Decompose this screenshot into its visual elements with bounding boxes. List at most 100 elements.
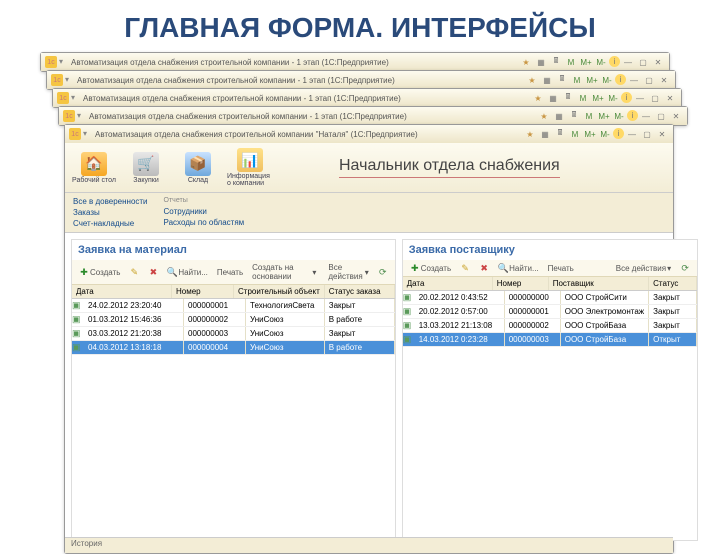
col-num[interactable]: Номер [493,277,549,290]
table-row[interactable]: ▣01.03.2012 15:46:36000000002УниСоюзВ ра… [72,313,395,327]
minimize-icon[interactable]: — [633,92,647,104]
grid-icon[interactable]: ▦ [546,92,560,104]
table-row[interactable]: ▣24.02.2012 23:20:40000000001ТехнологияС… [72,299,395,313]
print-button[interactable]: Печать [545,263,577,274]
mplus-button[interactable]: M+ [591,92,605,104]
calc-icon[interactable]: 🖩 [555,74,569,86]
mminus-button[interactable]: M- [606,92,620,104]
create-based-button[interactable]: Создать на основании ▾ [249,262,319,282]
close-icon[interactable]: ✕ [669,110,683,122]
chevron-down-icon[interactable]: ▾ [83,129,93,139]
star-icon[interactable]: ★ [519,56,533,68]
nav-link[interactable]: Расходы по областям [164,218,245,227]
m-button[interactable]: M [568,128,582,140]
nav-link[interactable]: Счет-накладные [73,219,148,228]
close-icon[interactable]: ✕ [657,74,671,86]
star-icon[interactable]: ★ [525,74,539,86]
calc-icon[interactable]: 🖩 [561,92,575,104]
print-button[interactable]: Печать [214,267,246,278]
m-button[interactable]: M [582,110,596,122]
grid-icon[interactable]: ▦ [534,56,548,68]
close-icon[interactable]: ✕ [663,92,677,104]
minimize-icon[interactable]: — [639,110,653,122]
table-row[interactable]: ▣04.03.2012 13:18:18000000004УниСоюзВ ра… [72,341,395,355]
close-icon[interactable]: ✕ [651,56,665,68]
mminus-button[interactable]: M- [598,128,612,140]
section-stock[interactable]: 📦Склад [175,152,221,184]
maximize-icon[interactable]: ▢ [654,110,668,122]
col-date[interactable]: Дата [72,285,172,298]
minimize-icon[interactable]: — [621,56,635,68]
star-icon[interactable]: ★ [537,110,551,122]
find-button[interactable]: 🔍Найти... [495,262,542,274]
help-icon[interactable]: i [621,92,632,103]
maximize-icon[interactable]: ▢ [642,74,656,86]
table-row[interactable]: ▣13.03.2012 21:13:08000000002ООО СтройБа… [403,319,697,333]
doc-icon: ▣ [403,320,415,331]
section-purchases[interactable]: 🛒Закупки [123,152,169,184]
search-icon: 🔍 [167,267,177,277]
star-icon[interactable]: ★ [531,92,545,104]
calc-icon[interactable]: 🖩 [567,110,581,122]
chevron-down-icon[interactable]: ▾ [77,111,87,121]
minimize-icon[interactable]: — [625,128,639,140]
history-link[interactable]: История [71,539,102,548]
close-icon[interactable]: ✕ [655,128,669,140]
delete-button[interactable]: ✖ [145,266,161,278]
help-icon[interactable]: i [615,74,626,85]
m-button[interactable]: M [570,74,584,86]
find-button[interactable]: 🔍Найти... [164,266,211,278]
grid-icon[interactable]: ▦ [552,110,566,122]
maximize-icon[interactable]: ▢ [636,56,650,68]
m-button[interactable]: M [564,56,578,68]
mplus-button[interactable]: M+ [585,74,599,86]
mminus-button[interactable]: M- [600,74,614,86]
star-icon[interactable]: ★ [523,128,537,140]
mplus-button[interactable]: M+ [579,56,593,68]
section-info[interactable]: 📊Информация о компании [227,148,273,187]
refresh-button[interactable]: ⟳ [677,262,693,274]
table-row[interactable]: ▣14.03.2012 0:23:28000000003ООО СтройБаз… [403,333,697,347]
col-stat[interactable]: Статус заказа [325,285,395,298]
col-date[interactable]: Дата [403,277,493,290]
edit-button[interactable]: ✎ [457,262,473,274]
col-post[interactable]: Поставщик [549,277,649,290]
chevron-down-icon[interactable]: ▾ [71,93,81,103]
maximize-icon[interactable]: ▢ [640,128,654,140]
nav-link[interactable]: Сотрудники [164,207,245,216]
table-row[interactable]: ▣20.02.2012 0:43:52000000000ООО СтройСит… [403,291,697,305]
grid-icon[interactable]: ▦ [540,74,554,86]
help-icon[interactable]: i [613,128,624,139]
delete-button[interactable]: ✖ [476,262,492,274]
col-obj[interactable]: Строительный объект [234,285,325,298]
create-button[interactable]: ✚Создать [407,262,454,274]
mplus-button[interactable]: M+ [597,110,611,122]
mminus-button[interactable]: M- [594,56,608,68]
table-row[interactable]: ▣03.03.2012 21:20:38000000003УниСоюзЗакр… [72,327,395,341]
calc-icon[interactable]: 🖩 [553,128,567,140]
create-button[interactable]: ✚Создать [76,266,123,278]
col-num[interactable]: Номер [172,285,234,298]
minimize-icon[interactable]: — [627,74,641,86]
section-home[interactable]: 🏠Рабочий стол [71,152,117,184]
help-icon[interactable]: i [609,56,620,67]
all-actions-button[interactable]: Все действия ▾ [325,262,371,282]
edit-button[interactable]: ✎ [126,266,142,278]
m-button[interactable]: M [576,92,590,104]
calc-icon[interactable]: 🖩 [549,56,563,68]
chevron-down-icon[interactable]: ▾ [65,75,75,85]
material-table[interactable]: Дата Номер Строительный объект Статус за… [72,285,395,540]
maximize-icon[interactable]: ▢ [648,92,662,104]
nav-link[interactable]: Заказы [73,208,148,217]
help-icon[interactable]: i [627,110,638,121]
all-actions-button[interactable]: Все действия ▾ [613,263,674,274]
supplier-table[interactable]: Дата Номер Поставщик Статус ▣20.02.2012 … [403,277,697,540]
chevron-down-icon[interactable]: ▾ [59,57,69,67]
grid-icon[interactable]: ▦ [538,128,552,140]
mplus-button[interactable]: M+ [583,128,597,140]
col-stat[interactable]: Статус [649,277,697,290]
mminus-button[interactable]: M- [612,110,626,122]
table-row[interactable]: ▣20.02.2012 0:57:00000000001ООО Электром… [403,305,697,319]
refresh-button[interactable]: ⟳ [375,266,391,278]
nav-link[interactable]: Все в доверенности [73,197,148,206]
